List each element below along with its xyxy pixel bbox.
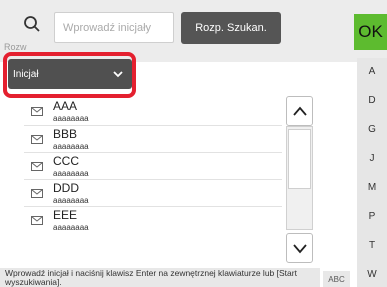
- index-letter-j[interactable]: J: [357, 153, 387, 164]
- entry-detail: aaaaaaaa: [53, 142, 89, 151]
- index-letter-w[interactable]: W: [357, 269, 387, 280]
- scroll-up-button[interactable]: [286, 96, 313, 126]
- arrow-up-icon: [293, 106, 307, 116]
- list-item[interactable]: AAA aaaaaaaa: [24, 98, 282, 124]
- hint-text: Wprowadź inicjał i naciśnij klawisz Ente…: [0, 268, 320, 287]
- entry-name: EEE: [53, 208, 78, 222]
- entry-detail: aaaaaaaa: [53, 114, 89, 123]
- index-letter-m[interactable]: M: [357, 182, 387, 193]
- abc-button[interactable]: ABC: [323, 271, 350, 287]
- scrollbar-track[interactable]: [286, 126, 313, 230]
- mail-icon: [31, 135, 43, 144]
- address-list: AAA aaaaaaaa BBB aaaaaaaa CCC aaaaaaaa D…: [24, 98, 282, 233]
- mail-icon: [31, 216, 43, 225]
- list-item[interactable]: DDD aaaaaaaa: [24, 179, 282, 205]
- ok-button[interactable]: OK: [354, 14, 387, 50]
- search-icon[interactable]: [22, 14, 44, 36]
- filter-dropdown[interactable]: Inicjał: [8, 59, 132, 89]
- mail-icon: [31, 162, 43, 171]
- list-item[interactable]: BBB aaaaaaaa: [24, 125, 282, 151]
- entry-detail: aaaaaaaa: [53, 169, 89, 178]
- chevron-down-icon: [113, 71, 123, 78]
- index-letter-a[interactable]: A: [357, 66, 387, 77]
- mail-icon: [31, 107, 43, 116]
- entry-name: DDD: [53, 181, 79, 195]
- mail-icon: [31, 189, 43, 198]
- entry-detail: aaaaaaaa: [53, 223, 89, 232]
- start-search-button[interactable]: Rozp. Szukan.: [181, 12, 281, 44]
- search-input[interactable]: [54, 12, 174, 43]
- list-item[interactable]: CCC aaaaaaaa: [24, 152, 282, 178]
- scrollbar-thumb[interactable]: [288, 129, 311, 189]
- entry-name: BBB: [53, 127, 78, 141]
- faded-label: Rozw: [4, 42, 27, 52]
- index-letter-d[interactable]: D: [357, 95, 387, 106]
- entry-name: AAA: [53, 99, 78, 113]
- entry-detail: aaaaaaaa: [53, 196, 89, 205]
- entry-name: CCC: [53, 154, 79, 168]
- scroll-down-button[interactable]: [286, 233, 313, 263]
- filter-dropdown-value: Inicjał: [13, 68, 39, 80]
- index-letter-t[interactable]: T: [357, 240, 387, 251]
- index-letter-g[interactable]: G: [357, 124, 387, 135]
- index-letter-p[interactable]: P: [357, 211, 387, 222]
- arrow-down-icon: [293, 244, 307, 254]
- list-item[interactable]: EEE aaaaaaaa: [24, 206, 282, 232]
- alphabet-index: A D G J M P T W: [357, 58, 387, 287]
